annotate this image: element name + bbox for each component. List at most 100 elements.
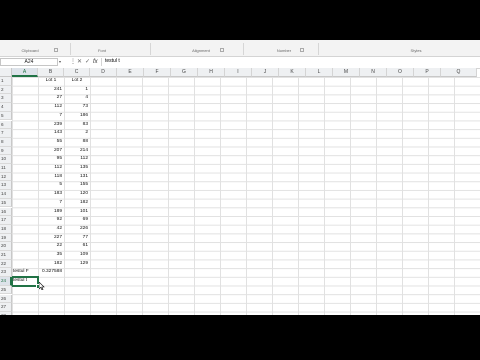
cell-b3[interactable]: 27 [38,94,64,103]
cell-b14[interactable]: 183 [38,190,64,199]
row-header-15[interactable]: 15 [0,198,12,208]
cell-b23[interactable]: 0.327588 [38,268,64,277]
column-header-i[interactable]: I [225,68,252,77]
cell-c11[interactable]: 135 [64,164,90,173]
row-header-4[interactable]: 4 [0,103,12,112]
cell-c5[interactable]: 186 [64,112,90,121]
cell-c7[interactable]: 2 [64,129,90,138]
cell-b19[interactable]: 227 [38,234,64,243]
row-header-20[interactable]: 20 [0,242,12,251]
cell-b20[interactable]: 22 [38,242,64,251]
cell-b9[interactable]: 207 [38,147,64,156]
cell-c6[interactable]: 83 [64,121,90,130]
formula-input[interactable]: testul t [101,58,480,66]
row-header-18[interactable]: 18 [0,224,12,234]
cell-c14[interactable]: 120 [64,190,90,199]
cell-c17[interactable]: 69 [64,216,90,225]
row-header-8[interactable]: 8 [0,137,12,147]
row-header-5[interactable]: 5 [0,111,12,121]
cell-b15[interactable]: 7 [38,199,64,208]
row-header-12[interactable]: 12 [0,172,12,182]
cell-c4[interactable]: 73 [64,103,90,112]
cell-b21[interactable]: 35 [38,251,64,260]
row-header-23[interactable]: 23 [0,268,12,278]
column-header-l[interactable]: L [306,68,333,77]
row-header-1[interactable]: 1 [0,77,12,86]
ribbon-group-styles[interactable]: Styles [404,48,428,53]
cell-c20[interactable]: 61 [64,242,90,251]
row-header-9[interactable]: 9 [0,146,12,156]
row-header-27[interactable]: 27 [0,303,12,312]
row-header-10[interactable]: 10 [0,155,12,164]
row-header-26[interactable]: 26 [0,294,12,304]
ribbon-group-font[interactable]: Font [90,48,114,53]
column-header-d[interactable]: D [90,68,117,77]
cell-c12[interactable]: 131 [64,173,90,182]
cell-b17[interactable]: 92 [38,216,64,225]
cell-b10[interactable]: 95 [38,155,64,164]
cell-c18[interactable]: 226 [64,225,90,234]
cell-b2[interactable]: 241 [38,86,64,95]
row-header-25[interactable]: 25 [0,285,12,295]
cancel-icon[interactable]: ✕ [77,58,82,66]
enter-icon[interactable]: ✓ [85,58,90,66]
dialog-launcher-icon[interactable] [220,48,224,52]
cell-c22[interactable]: 129 [64,260,90,269]
row-header-17[interactable]: 17 [0,216,12,225]
dialog-launcher-icon[interactable] [300,48,304,52]
row-header-3[interactable]: 3 [0,94,12,104]
column-header-o[interactable]: O [387,68,414,77]
row-header-14[interactable]: 14 [0,190,12,199]
ribbon-group-number[interactable]: Number [272,48,304,53]
chevron-down-icon[interactable]: ▾ [59,59,61,64]
ribbon-group-clipboard[interactable]: Clipboard [10,48,58,53]
row-header-24[interactable]: 24 [0,277,12,286]
cell-b7[interactable]: 143 [38,129,64,138]
column-header-e[interactable]: E [117,68,144,77]
cell-b1[interactable]: Lot 1 [38,77,64,86]
ribbon-group-alignment[interactable]: Alignment [186,48,224,53]
column-header-m[interactable]: M [333,68,360,77]
column-header-b[interactable]: B [38,68,64,77]
insert-function-icon[interactable]: fx [93,58,98,66]
select-all-corner[interactable] [0,68,12,77]
cell-b6[interactable]: 239 [38,121,64,130]
cell-b16[interactable]: 189 [38,208,64,217]
cell-c2[interactable]: 1 [64,86,90,95]
column-header-c[interactable]: C [64,68,90,77]
column-header-j[interactable]: J [252,68,279,77]
column-header-h[interactable]: H [198,68,225,77]
active-cell-selection[interactable] [11,276,39,287]
cell-b18[interactable]: 42 [38,225,64,234]
row-header-22[interactable]: 22 [0,259,12,269]
column-header-f[interactable]: F [144,68,171,77]
cell-c1[interactable]: Lot 2 [64,77,90,86]
row-header-21[interactable]: 21 [0,251,12,260]
column-header-n[interactable]: N [360,68,387,77]
row-header-19[interactable]: 19 [0,233,12,243]
cell-c10[interactable]: 112 [64,155,90,164]
row-header-28[interactable]: 28 [0,311,12,315]
cell-b4[interactable]: 112 [38,103,64,112]
cell-c15[interactable]: 182 [64,199,90,208]
dialog-launcher-icon[interactable] [54,48,58,52]
row-header-16[interactable]: 16 [0,207,12,217]
column-header-a[interactable]: A [12,68,38,77]
cell-c16[interactable]: 101 [64,208,90,217]
cell-c9[interactable]: 214 [64,147,90,156]
cell-area[interactable]: Lot 1 Lot 2 241 27 112 7 239 143 55 207 95 112 118 5 1… [11,77,480,315]
cell-b8[interactable]: 55 [38,138,64,147]
cell-c21[interactable]: 109 [64,251,90,260]
cell-c19[interactable]: 77 [64,234,90,243]
name-box[interactable]: A24 [0,58,58,66]
cell-c8[interactable]: 88 [64,138,90,147]
row-header-7[interactable]: 7 [0,129,12,138]
row-header-6[interactable]: 6 [0,120,12,130]
cell-c13[interactable]: 155 [64,181,90,190]
cell-b11[interactable]: 112 [38,164,64,173]
column-header-p[interactable]: P [414,68,441,77]
cell-b5[interactable]: 7 [38,112,64,121]
row-header-2[interactable]: 2 [0,85,12,95]
cell-c3[interactable]: 4 [64,94,90,103]
row-header-11[interactable]: 11 [0,164,12,173]
